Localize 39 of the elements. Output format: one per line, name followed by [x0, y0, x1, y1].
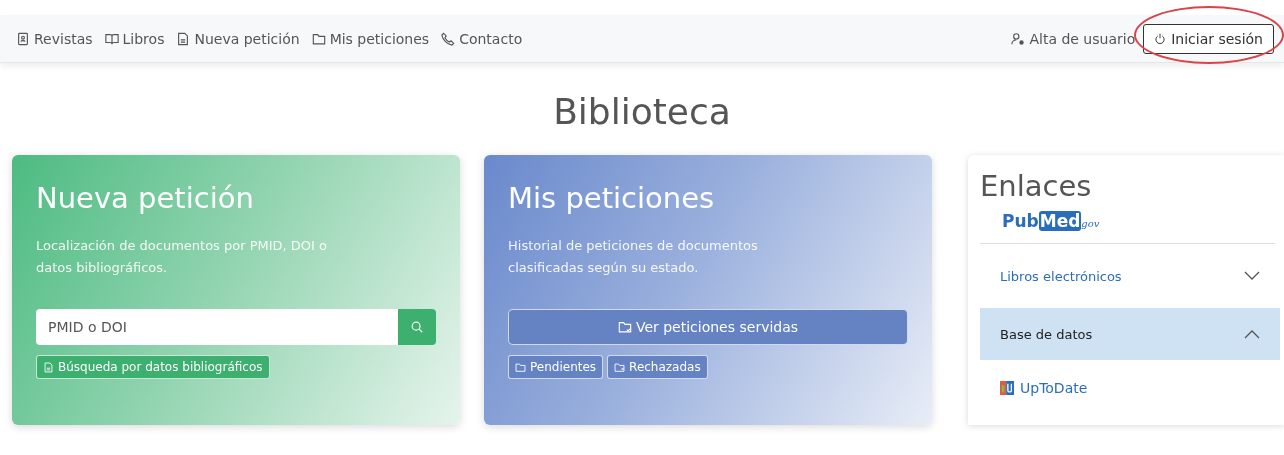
card-title: Mis peticiones	[508, 181, 716, 215]
search-field[interactable]: PMID o DOI	[36, 309, 398, 345]
nav-link[interactable]: Nueva petición	[176, 30, 300, 47]
document-icon	[176, 31, 191, 46]
logo-suffix: gov	[1081, 218, 1100, 229]
card-title: Nueva petición	[36, 181, 255, 215]
nav-link[interactable]: Libros	[104, 30, 165, 47]
page-title: Biblioteca	[552, 91, 732, 133]
search-button[interactable]	[398, 309, 436, 345]
folder-icon	[311, 31, 326, 46]
book-icon	[104, 31, 119, 46]
card-button[interactable]: Pendientes	[508, 355, 604, 379]
folder-check-icon	[617, 320, 632, 334]
document-icon	[43, 361, 54, 373]
logo-text: Med	[1038, 211, 1082, 231]
folder-icon	[515, 361, 526, 373]
search-icon	[410, 320, 424, 334]
app-logo-icon	[1000, 381, 1014, 395]
contacts-icon	[16, 31, 30, 46]
power-icon	[1154, 32, 1167, 45]
chevron-up-icon	[1244, 329, 1260, 339]
nav-link[interactable]: Revistas	[16, 30, 93, 47]
panel-title: Enlaces	[980, 169, 1093, 203]
accordion-header[interactable]: Base de datos	[980, 308, 1280, 360]
card-description: Historial de peticiones de documentos clasificadas según su estado.	[508, 237, 759, 277]
nav-link[interactable]: Mis peticiones	[311, 30, 430, 47]
signup-link[interactable]: Alta de usuario	[1011, 30, 1136, 47]
chevron-down-icon	[1244, 271, 1260, 281]
login-button[interactable]: Iniciar sesión	[1143, 23, 1274, 54]
folder-x-icon	[614, 361, 626, 373]
phone-icon	[441, 31, 456, 46]
database-link[interactable]: UpToDate	[980, 360, 1274, 416]
card-button[interactable]: Rechazadas	[607, 355, 708, 379]
card-description: Localización de documentos por PMID, DOI o datos bibliográficos.	[36, 237, 329, 277]
nav-link[interactable]: Contacto	[441, 30, 523, 47]
served-requests-button[interactable]: Ver peticiones servidas	[508, 309, 908, 345]
user-add-icon	[1011, 31, 1026, 46]
logo-text: Pub	[1002, 211, 1039, 231]
accordion-header[interactable]: Libros electrónicos	[980, 250, 1280, 302]
